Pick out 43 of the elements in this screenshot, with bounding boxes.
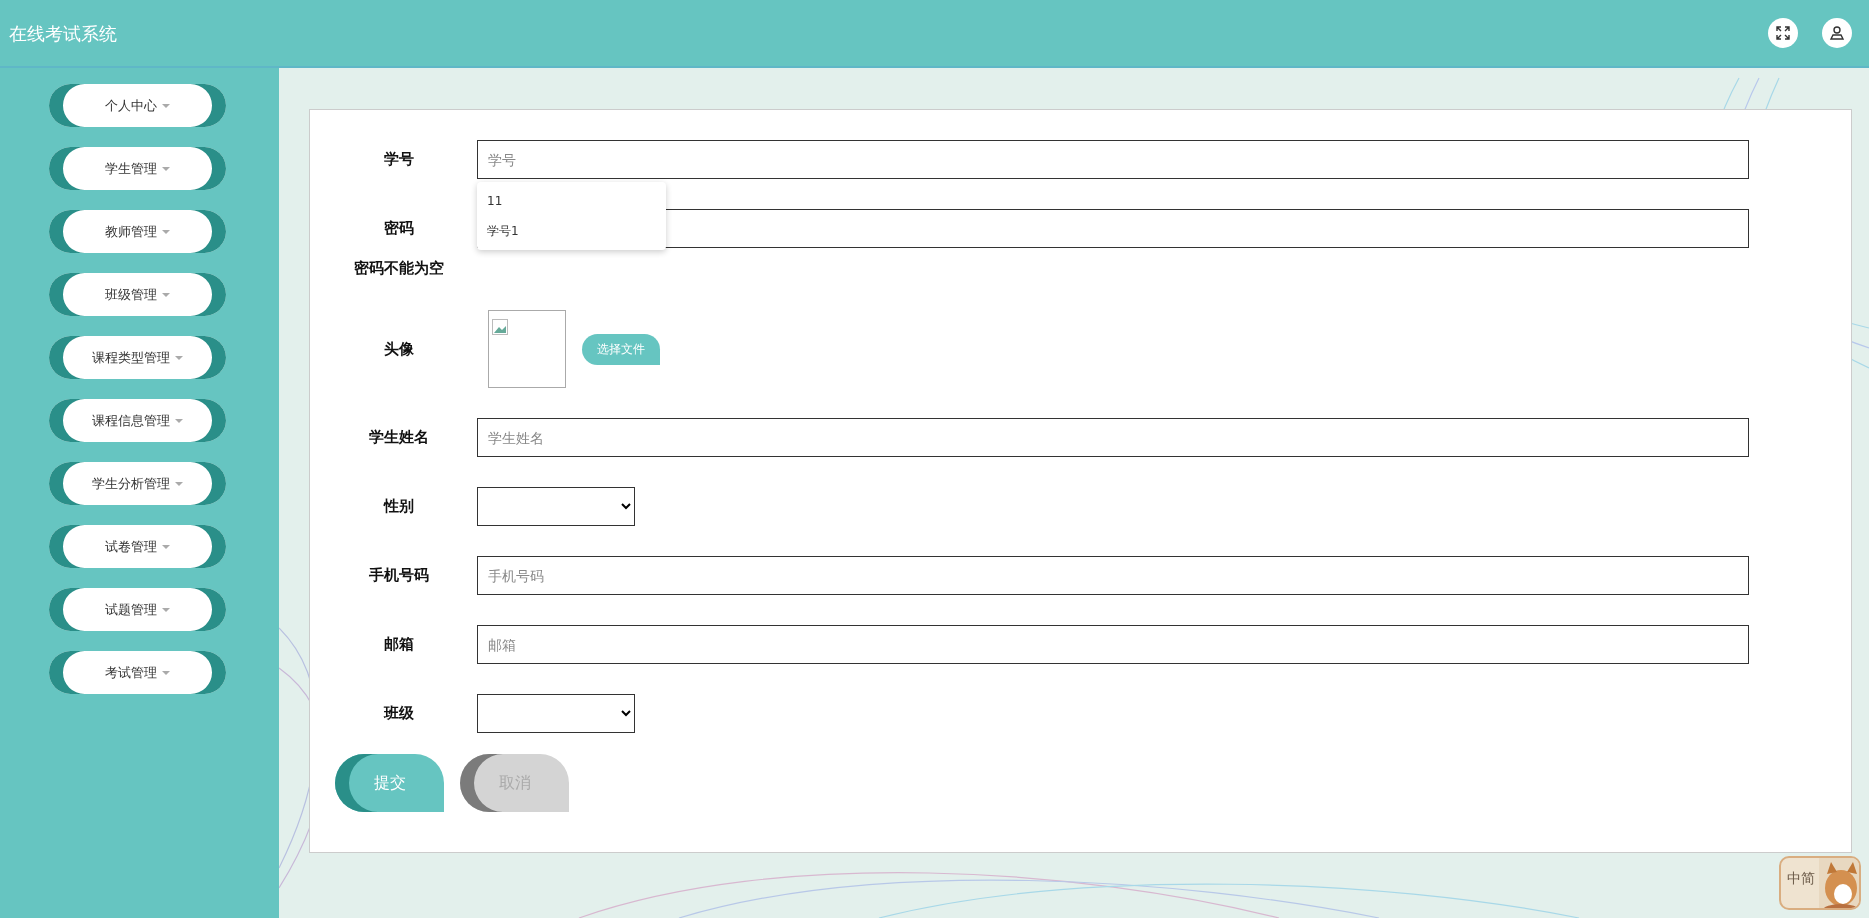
field-label: 手机号码: [368, 565, 430, 587]
field-label: 学生姓名: [368, 427, 430, 449]
sidebar-menu-button[interactable]: 考试管理: [49, 651, 226, 694]
fullscreen-icon[interactable]: [1768, 18, 1798, 48]
caret-icon: [162, 292, 170, 297]
app-title: 在线考试系统: [9, 21, 117, 46]
autocomplete-option[interactable]: 11: [477, 186, 666, 216]
caret-icon: [162, 166, 170, 171]
sidebar-menu-button[interactable]: 课程类型管理: [49, 336, 226, 379]
sidebar-menu-button[interactable]: 班级管理: [49, 273, 226, 316]
caret-icon: [162, 607, 170, 612]
input-field[interactable]: 手机号码: [477, 556, 1749, 595]
sidebar-menu-button[interactable]: 课程信息管理: [49, 399, 226, 442]
ime-label: 中简: [1787, 869, 1815, 888]
caret-icon: [175, 355, 183, 360]
field-label: 头像: [383, 338, 415, 360]
caret-icon: [162, 229, 170, 234]
sidebar-menu-button[interactable]: 学生分析管理: [49, 462, 226, 505]
caret-icon: [162, 670, 170, 675]
field-label: 性别: [382, 496, 415, 518]
caret-icon: [175, 481, 183, 486]
input-field[interactable]: 学号: [477, 140, 1749, 179]
field-label: 学号: [383, 149, 415, 171]
error-message: 密码不能为空: [353, 257, 445, 279]
sidebar-menu-button[interactable]: 试卷管理: [49, 525, 226, 568]
autocomplete-option[interactable]: 学号1: [477, 216, 666, 246]
user-icon[interactable]: [1822, 18, 1852, 48]
sidebar-menu-button[interactable]: 试题管理: [49, 588, 226, 631]
caret-icon: [162, 544, 170, 549]
sidebar-menu-button[interactable]: 学生管理: [49, 147, 226, 190]
input-field[interactable]: 邮箱: [477, 625, 1749, 664]
broken-image-icon: [492, 318, 508, 335]
caret-icon: [175, 418, 183, 423]
select-dropdown[interactable]: [477, 487, 635, 526]
ime-widget[interactable]: 中简: [1779, 856, 1861, 910]
input-field[interactable]: 学生姓名: [477, 418, 1749, 457]
sidebar-menu-button[interactable]: 个人中心: [49, 84, 226, 127]
sidebar-menu-button[interactable]: 教师管理: [49, 210, 226, 253]
select-dropdown[interactable]: [477, 694, 635, 733]
caret-icon: [162, 103, 170, 108]
field-label: 邮箱: [383, 634, 415, 656]
field-label: 密码: [383, 218, 415, 240]
field-label: 班级: [382, 703, 415, 725]
